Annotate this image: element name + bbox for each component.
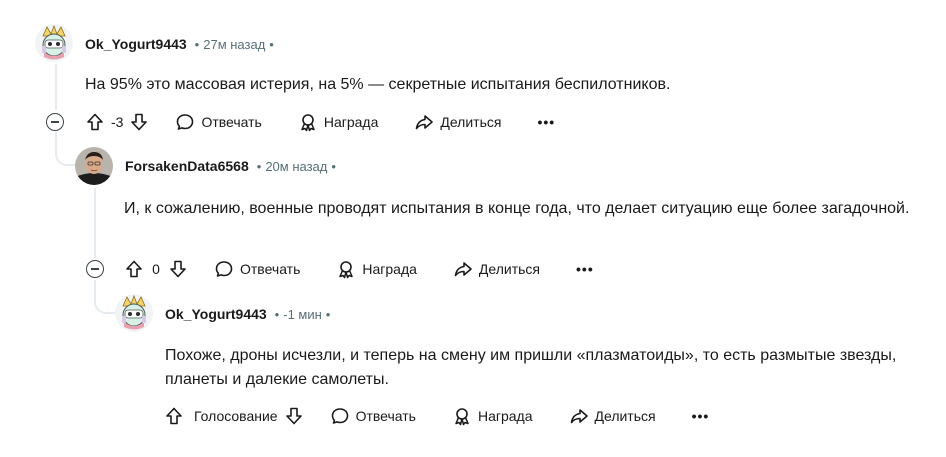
vote-label: Голосование: [194, 408, 278, 424]
more-options-button[interactable]: •••: [537, 114, 555, 130]
downvote-button[interactable]: [284, 406, 304, 426]
meta-dot: •: [331, 158, 336, 174]
award-label: Награда: [323, 114, 379, 130]
downvote-button[interactable]: [129, 112, 149, 132]
reply-button[interactable]: Отвечать: [214, 259, 300, 279]
reply-bubble-icon: [331, 408, 348, 424]
share-button[interactable]: Делиться: [569, 406, 656, 426]
reply-label: Отвечать: [240, 261, 301, 277]
award-icon: [301, 114, 315, 132]
award-button[interactable]: Награда: [452, 406, 533, 426]
award-button[interactable]: Награда: [336, 259, 417, 279]
reply-label: Отвечать: [201, 114, 262, 130]
meta-dot: •: [269, 36, 274, 52]
downvote-button[interactable]: [168, 259, 188, 279]
upvote-icon: [126, 260, 142, 278]
comment-author[interactable]: Ok_Yogurt9443: [165, 306, 267, 322]
share-icon: [454, 262, 472, 277]
comment-body: На 95% это массовая истерия, на 5% — сек…: [85, 76, 671, 93]
upvote-button[interactable]: [124, 259, 144, 279]
comment-timestamp[interactable]: 20м назад: [265, 159, 327, 174]
vote-score: 0: [152, 261, 160, 277]
comment-timestamp[interactable]: 27м назад: [203, 37, 265, 52]
award-button[interactable]: Награда: [298, 112, 379, 132]
comment-author[interactable]: ForsakenData6568: [125, 158, 249, 174]
comment-timestamp[interactable]: -1 мин: [283, 307, 322, 322]
meta-dot: •: [274, 306, 280, 322]
upvote-icon: [166, 407, 182, 425]
upvote-icon: [87, 113, 103, 131]
downvote-icon: [285, 407, 302, 425]
share-button[interactable]: Делиться: [414, 112, 501, 132]
reply-bubble-icon: [215, 261, 233, 277]
avatar[interactable]: [115, 294, 153, 332]
share-label: Делиться: [478, 261, 541, 277]
share-icon: [570, 409, 588, 424]
vote-score: -3: [111, 114, 124, 130]
award-icon: [339, 261, 354, 279]
upvote-button[interactable]: [164, 406, 184, 426]
share-label: Делиться: [594, 408, 656, 424]
award-label: Награда: [362, 261, 417, 277]
more-options-button[interactable]: •••: [576, 261, 594, 277]
reply-bubble-icon: [177, 114, 194, 130]
comment-author[interactable]: Ok_Yogurt9443: [85, 36, 187, 52]
comment-body: И, к сожалению, военные проводят испытан…: [124, 200, 910, 217]
meta-dot: •: [325, 306, 331, 322]
meta-dot: •: [194, 36, 200, 52]
comment-actions: 0 Отвечать Награда Делиться •••: [124, 257, 594, 281]
thread-line: [94, 188, 96, 258]
reply-button[interactable]: Отвечать: [330, 406, 416, 426]
avatar[interactable]: [75, 147, 113, 185]
meta-dot: •: [256, 158, 262, 174]
thread-branch: [94, 290, 116, 314]
reply-label: Отвечать: [355, 408, 416, 424]
avatar[interactable]: [35, 24, 73, 62]
comment-actions: Голосование Отвечать Награда Делиться ••…: [164, 404, 709, 428]
collapse-thread-button[interactable]: [46, 113, 64, 131]
thread-branch: [55, 148, 77, 166]
downvote-icon: [131, 113, 148, 131]
thread-line: [55, 64, 57, 110]
share-button[interactable]: Делиться: [453, 259, 540, 279]
more-options-button[interactable]: •••: [692, 408, 710, 424]
share-icon: [416, 115, 434, 130]
comment-body: Похоже, дроны исчезли, и теперь на смену…: [165, 347, 897, 388]
collapse-thread-button[interactable]: [86, 260, 104, 278]
award-icon: [455, 408, 469, 426]
upvote-button[interactable]: [85, 112, 105, 132]
downvote-icon: [170, 260, 186, 278]
award-label: Награда: [477, 408, 533, 424]
reply-button[interactable]: Отвечать: [175, 112, 262, 132]
share-label: Делиться: [440, 114, 502, 130]
comment-actions: -3 Отвечать Награда Делиться •••: [85, 110, 555, 134]
